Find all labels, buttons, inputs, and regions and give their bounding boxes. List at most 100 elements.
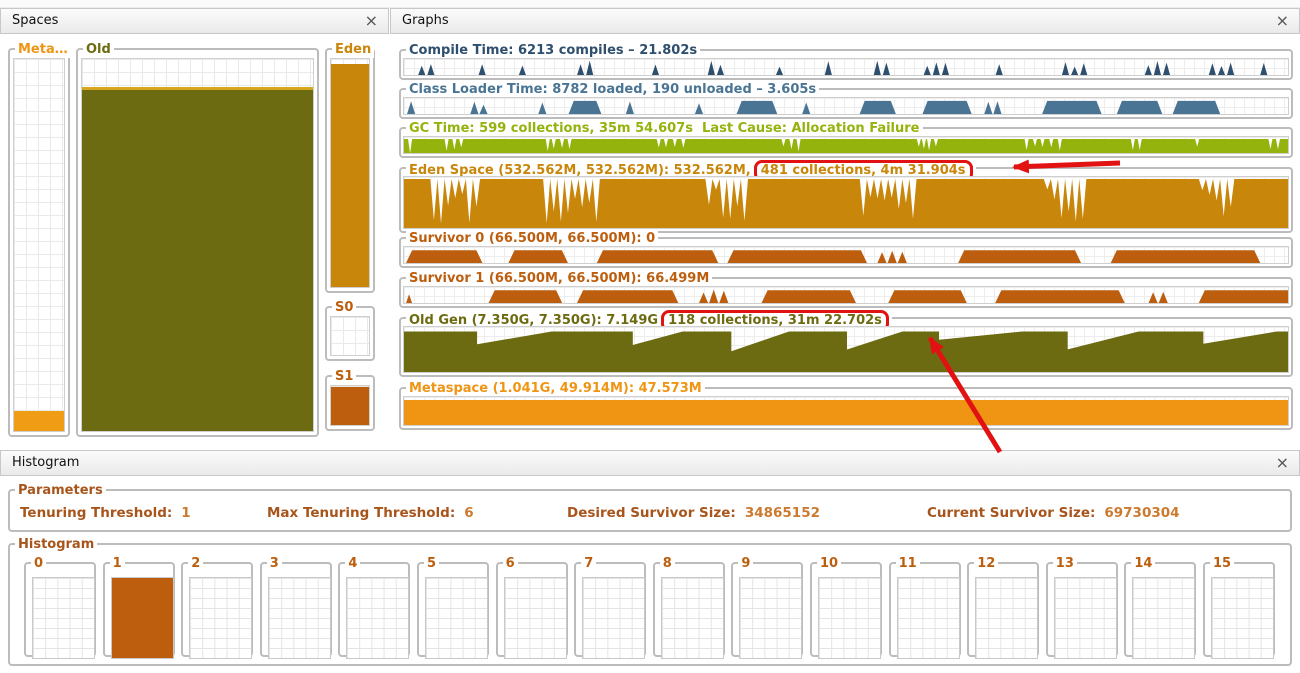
graph-strip-compile-time	[403, 58, 1289, 76]
visualgc-window: Spaces × Graphs × Histogram × Meta… Old Ed…	[0, 0, 1300, 673]
space-group-metaspace: Meta…	[8, 41, 71, 437]
graph-group-survivor-1: Survivor 1 (66.500M, 66.500M): 66.499M	[399, 270, 1293, 308]
age-label-4: 4	[345, 555, 361, 572]
age-grid-4	[346, 577, 410, 659]
graph-label-gc-time: GC Time: 599 collections, 35m 54.607s La…	[406, 120, 923, 137]
age-label-14: 14	[1131, 555, 1156, 572]
age-label-7: 7	[581, 555, 597, 572]
age-group-13: 13	[1045, 555, 1118, 659]
histogram-group-title: Histogram	[15, 536, 98, 553]
age-grid-5	[425, 577, 488, 659]
space-box-metaspace	[13, 58, 65, 432]
graph-label-text-metaspace-graph: Metaspace (1.041G, 49.914M): 47.573M	[409, 381, 702, 396]
graph-group-gc-time: GC Time: 599 collections, 35m 54.607s La…	[399, 120, 1293, 158]
age-group-14: 14	[1124, 555, 1197, 659]
spaces-panel-title: Spaces	[12, 13, 59, 28]
graph-label-metaspace-graph: Metaspace (1.041G, 49.914M): 47.573M	[406, 380, 705, 397]
space-fill-s1	[331, 387, 369, 425]
age-label-12: 12	[974, 555, 999, 572]
graph-strip-survivor-0	[403, 246, 1289, 264]
age-grid-6	[503, 577, 567, 659]
space-box-s0	[330, 316, 370, 356]
age-label-8: 8	[659, 555, 675, 572]
parameter-label: Desired Survivor Size:	[567, 505, 736, 521]
graph-label-compile-time: Compile Time: 6213 compiles – 21.802s	[406, 42, 701, 59]
age-group-11: 11	[888, 555, 961, 659]
space-label-metaspace: Meta…	[15, 41, 71, 58]
age-group-0: 0	[24, 555, 96, 659]
space-box-eden	[330, 58, 370, 288]
parameters-group-title: Parameters	[15, 482, 106, 499]
space-fill-old	[82, 86, 313, 431]
age-grid-0	[32, 577, 95, 659]
age-group-5: 5	[417, 555, 489, 659]
space-fill-metaspace	[14, 410, 64, 431]
parameter-current-survivor-size: Current Survivor Size: 69730304	[927, 505, 1180, 521]
age-grid-13	[1053, 577, 1117, 659]
age-group-15: 15	[1203, 555, 1275, 659]
space-box-s1	[330, 385, 370, 426]
age-label-1: 1	[109, 555, 125, 572]
age-group-10: 10	[810, 555, 882, 659]
graph-label-text-compile-time: Compile Time: 6213 compiles – 21.802s	[409, 43, 698, 58]
graphs-panel-title: Graphs	[402, 13, 449, 28]
parameter-label: Max Tenuring Threshold:	[267, 505, 456, 521]
age-grid-8	[660, 577, 724, 659]
parameter-label: Current Survivor Size:	[927, 505, 1096, 521]
space-group-eden: Eden	[325, 41, 375, 293]
graph-label-text-survivor-1: Survivor 1 (66.500M, 66.500M): 66.499M	[409, 271, 710, 286]
age-grid-10	[818, 577, 881, 659]
age-group-6: 6	[495, 555, 568, 659]
parameters-group: Parameters Tenuring Threshold: 1 Max Tenuri…	[8, 482, 1292, 532]
graph-group-eden-space: Eden Space (532.562M, 532.562M): 532.562…	[399, 160, 1293, 233]
age-fill-1	[111, 578, 173, 658]
parameter-max-tenuring-threshold: Max Tenuring Threshold: 6	[267, 505, 474, 521]
age-grid-9	[739, 577, 803, 659]
age-grid-3	[267, 577, 331, 659]
histogram-panel-title: Histogram	[12, 455, 80, 470]
age-grid-1	[110, 577, 174, 659]
parameter-label: Tenuring Threshold:	[20, 505, 173, 521]
space-group-old: Old	[76, 41, 319, 437]
space-box-old	[81, 58, 314, 432]
graphs-close-icon[interactable]: ×	[1276, 11, 1289, 31]
age-group-9: 9	[731, 555, 804, 659]
graph-strip-old-gen	[403, 326, 1289, 373]
age-grid-12	[975, 577, 1039, 659]
space-fill-eden	[331, 63, 369, 287]
window-top-strip	[0, 0, 1300, 8]
parameter-value: 34865152	[744, 505, 820, 521]
age-group-3: 3	[259, 555, 332, 659]
age-group-4: 4	[338, 555, 411, 659]
histogram-panel-header: Histogram ×	[0, 450, 1300, 476]
space-label-old: Old	[83, 41, 114, 58]
parameter-value: 1	[181, 505, 191, 521]
parameter-value: 69730304	[1104, 505, 1180, 521]
graph-label-text-class-loader-time: Class Loader Time: 8782 loaded, 190 unlo…	[409, 82, 817, 97]
spaces-panel-header: Spaces ×	[0, 8, 389, 34]
graph-group-class-loader-time: Class Loader Time: 8782 loaded, 190 unlo…	[399, 81, 1293, 119]
parameter-tenuring-threshold: Tenuring Threshold: 1	[20, 505, 191, 521]
space-label-s1: S1	[332, 368, 357, 385]
graph-group-old-gen: Old Gen (7.350G, 7.350G): 7.149G 118 coll…	[399, 310, 1293, 377]
spaces-close-icon[interactable]: ×	[365, 11, 378, 31]
graph-group-survivor-0: Survivor 0 (66.500M, 66.500M): 0	[399, 230, 1293, 268]
age-label-0: 0	[31, 555, 47, 572]
age-group-7: 7	[574, 555, 647, 659]
graph-strip-metaspace-graph	[403, 396, 1289, 426]
age-group-1: 1	[102, 555, 175, 659]
space-group-s1: S1	[325, 368, 375, 431]
age-label-11: 11	[895, 555, 920, 572]
space-label-eden: Eden	[332, 41, 375, 58]
age-label-15: 15	[1210, 555, 1235, 572]
age-label-6: 6	[502, 555, 518, 572]
histogram-close-icon[interactable]: ×	[1276, 453, 1289, 473]
graph-strip-class-loader-time	[403, 97, 1289, 115]
age-grid-15	[1211, 577, 1274, 659]
graph-strip-eden-space	[403, 176, 1289, 229]
graph-label-text-survivor-0: Survivor 0 (66.500M, 66.500M): 0	[409, 231, 656, 246]
age-group-12: 12	[967, 555, 1040, 659]
histogram-group: Histogram 0 1 2 3 4 5 6 7 8 9 10 11 12 13 14 15	[8, 536, 1292, 666]
age-group-2: 2	[181, 555, 254, 659]
age-grid-7	[582, 577, 646, 659]
